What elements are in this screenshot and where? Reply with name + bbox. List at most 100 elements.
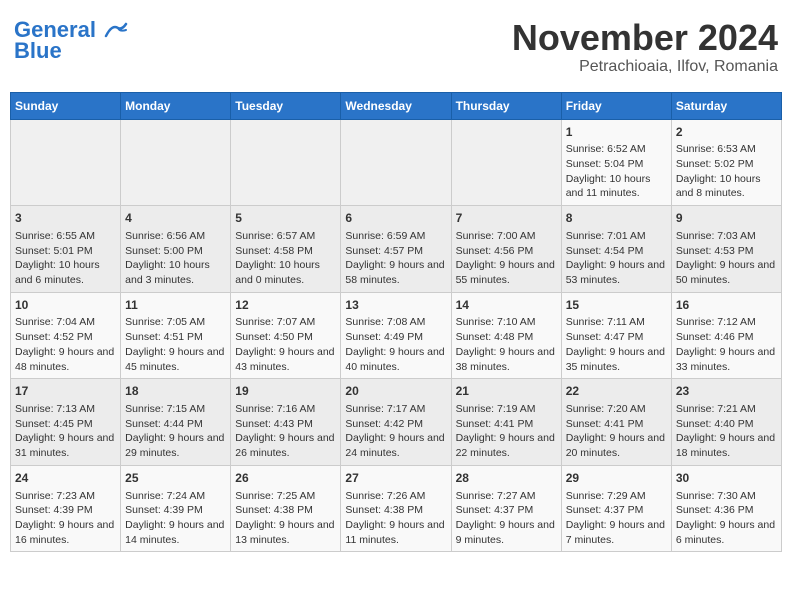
calendar-cell	[451, 119, 561, 206]
day-number: 16	[676, 297, 777, 314]
day-info: Sunset: 4:48 PM	[456, 330, 557, 345]
calendar-cell: 23Sunrise: 7:21 AMSunset: 4:40 PMDayligh…	[671, 379, 781, 466]
day-info: Daylight: 9 hours and 33 minutes.	[676, 345, 777, 374]
day-info: Sunrise: 7:20 AM	[566, 402, 667, 417]
day-info: Daylight: 9 hours and 13 minutes.	[235, 518, 336, 547]
calendar-cell: 9Sunrise: 7:03 AMSunset: 4:53 PMDaylight…	[671, 206, 781, 293]
day-info: Daylight: 9 hours and 35 minutes.	[566, 345, 667, 374]
day-number: 8	[566, 210, 667, 227]
day-info: Daylight: 9 hours and 9 minutes.	[456, 518, 557, 547]
day-info: Daylight: 9 hours and 14 minutes.	[125, 518, 226, 547]
day-info: Sunset: 4:39 PM	[15, 503, 116, 518]
day-info: Sunrise: 7:12 AM	[676, 315, 777, 330]
day-number: 7	[456, 210, 557, 227]
day-info: Daylight: 9 hours and 18 minutes.	[676, 431, 777, 460]
day-info: Sunrise: 7:03 AM	[676, 229, 777, 244]
day-info: Sunset: 5:01 PM	[15, 244, 116, 259]
day-number: 5	[235, 210, 336, 227]
calendar-cell	[341, 119, 451, 206]
calendar-cell: 27Sunrise: 7:26 AMSunset: 4:38 PMDayligh…	[341, 465, 451, 552]
day-info: Sunrise: 6:55 AM	[15, 229, 116, 244]
day-info: Sunrise: 7:07 AM	[235, 315, 336, 330]
day-info: Daylight: 10 hours and 3 minutes.	[125, 258, 226, 287]
calendar-cell: 25Sunrise: 7:24 AMSunset: 4:39 PMDayligh…	[121, 465, 231, 552]
day-info: Sunset: 4:41 PM	[566, 417, 667, 432]
day-info: Sunrise: 6:59 AM	[345, 229, 446, 244]
day-info: Sunrise: 7:19 AM	[456, 402, 557, 417]
calendar-cell: 1Sunrise: 6:52 AMSunset: 5:04 PMDaylight…	[561, 119, 671, 206]
calendar-cell: 29Sunrise: 7:29 AMSunset: 4:37 PMDayligh…	[561, 465, 671, 552]
day-info: Daylight: 9 hours and 29 minutes.	[125, 431, 226, 460]
day-number: 15	[566, 297, 667, 314]
day-info: Sunset: 4:39 PM	[125, 503, 226, 518]
day-number: 1	[566, 124, 667, 141]
logo-bird-icon	[104, 22, 128, 40]
calendar-cell: 17Sunrise: 7:13 AMSunset: 4:45 PMDayligh…	[11, 379, 121, 466]
day-info: Sunrise: 6:52 AM	[566, 142, 667, 157]
day-number: 6	[345, 210, 446, 227]
title-area: November 2024 Petrachioaia, Ilfov, Roman…	[512, 18, 778, 76]
day-info: Daylight: 9 hours and 20 minutes.	[566, 431, 667, 460]
day-info: Sunrise: 6:56 AM	[125, 229, 226, 244]
day-info: Sunrise: 7:17 AM	[345, 402, 446, 417]
day-info: Daylight: 9 hours and 6 minutes.	[676, 518, 777, 547]
week-row-1: 1Sunrise: 6:52 AMSunset: 5:04 PMDaylight…	[11, 119, 782, 206]
day-header-friday: Friday	[561, 92, 671, 119]
day-info: Sunrise: 7:26 AM	[345, 489, 446, 504]
day-info: Daylight: 9 hours and 48 minutes.	[15, 345, 116, 374]
day-info: Sunset: 4:46 PM	[676, 330, 777, 345]
calendar-cell: 16Sunrise: 7:12 AMSunset: 4:46 PMDayligh…	[671, 292, 781, 379]
day-info: Daylight: 9 hours and 31 minutes.	[15, 431, 116, 460]
day-info: Sunrise: 7:13 AM	[15, 402, 116, 417]
day-number: 18	[125, 383, 226, 400]
day-info: Daylight: 9 hours and 16 minutes.	[15, 518, 116, 547]
calendar-cell: 24Sunrise: 7:23 AMSunset: 4:39 PMDayligh…	[11, 465, 121, 552]
calendar-table: SundayMondayTuesdayWednesdayThursdayFrid…	[10, 92, 782, 553]
day-info: Sunset: 5:00 PM	[125, 244, 226, 259]
day-number: 22	[566, 383, 667, 400]
day-info: Sunset: 4:38 PM	[235, 503, 336, 518]
day-info: Sunrise: 7:29 AM	[566, 489, 667, 504]
day-info: Sunset: 5:04 PM	[566, 157, 667, 172]
calendar-cell: 19Sunrise: 7:16 AMSunset: 4:43 PMDayligh…	[231, 379, 341, 466]
day-info: Sunset: 5:02 PM	[676, 157, 777, 172]
day-number: 2	[676, 124, 777, 141]
day-info: Sunrise: 6:53 AM	[676, 142, 777, 157]
day-header-saturday: Saturday	[671, 92, 781, 119]
day-info: Daylight: 10 hours and 0 minutes.	[235, 258, 336, 287]
calendar-cell: 18Sunrise: 7:15 AMSunset: 4:44 PMDayligh…	[121, 379, 231, 466]
week-row-5: 24Sunrise: 7:23 AMSunset: 4:39 PMDayligh…	[11, 465, 782, 552]
day-info: Sunrise: 7:00 AM	[456, 229, 557, 244]
day-info: Sunset: 4:49 PM	[345, 330, 446, 345]
calendar-cell: 14Sunrise: 7:10 AMSunset: 4:48 PMDayligh…	[451, 292, 561, 379]
day-number: 28	[456, 470, 557, 487]
day-number: 21	[456, 383, 557, 400]
day-number: 10	[15, 297, 116, 314]
calendar-cell: 8Sunrise: 7:01 AMSunset: 4:54 PMDaylight…	[561, 206, 671, 293]
day-number: 14	[456, 297, 557, 314]
day-info: Daylight: 10 hours and 6 minutes.	[15, 258, 116, 287]
header: General Blue November 2024 Petrachioaia,…	[10, 10, 782, 84]
day-info: Sunrise: 7:01 AM	[566, 229, 667, 244]
day-number: 11	[125, 297, 226, 314]
month-title: November 2024	[512, 18, 778, 58]
calendar-cell: 11Sunrise: 7:05 AMSunset: 4:51 PMDayligh…	[121, 292, 231, 379]
calendar-cell: 30Sunrise: 7:30 AMSunset: 4:36 PMDayligh…	[671, 465, 781, 552]
calendar-cell: 3Sunrise: 6:55 AMSunset: 5:01 PMDaylight…	[11, 206, 121, 293]
calendar-cell: 7Sunrise: 7:00 AMSunset: 4:56 PMDaylight…	[451, 206, 561, 293]
day-info: Sunset: 4:51 PM	[125, 330, 226, 345]
day-info: Daylight: 9 hours and 38 minutes.	[456, 345, 557, 374]
week-row-4: 17Sunrise: 7:13 AMSunset: 4:45 PMDayligh…	[11, 379, 782, 466]
day-info: Sunset: 4:47 PM	[566, 330, 667, 345]
day-info: Sunset: 4:37 PM	[456, 503, 557, 518]
day-header-sunday: Sunday	[11, 92, 121, 119]
day-info: Sunset: 4:56 PM	[456, 244, 557, 259]
day-info: Sunrise: 7:08 AM	[345, 315, 446, 330]
day-info: Sunrise: 7:30 AM	[676, 489, 777, 504]
day-info: Sunrise: 7:16 AM	[235, 402, 336, 417]
day-info: Sunset: 4:53 PM	[676, 244, 777, 259]
calendar-cell: 21Sunrise: 7:19 AMSunset: 4:41 PMDayligh…	[451, 379, 561, 466]
week-row-3: 10Sunrise: 7:04 AMSunset: 4:52 PMDayligh…	[11, 292, 782, 379]
day-header-thursday: Thursday	[451, 92, 561, 119]
day-info: Sunset: 4:37 PM	[566, 503, 667, 518]
